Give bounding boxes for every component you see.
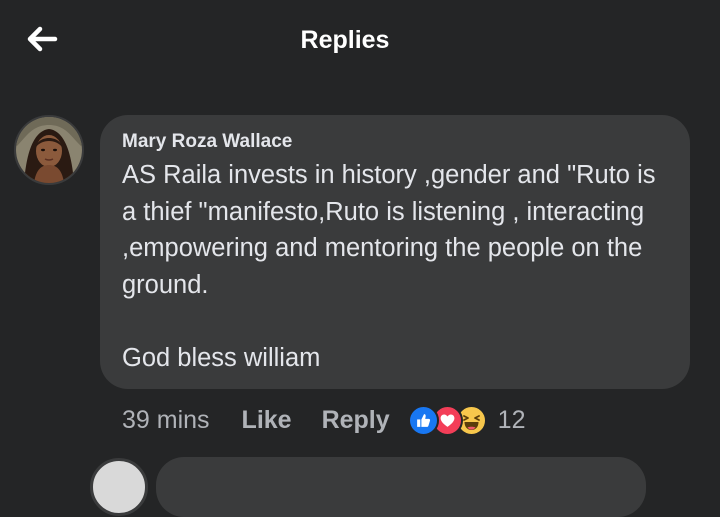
reply-button[interactable]: Reply bbox=[322, 406, 390, 435]
comment-text: AS Raila invests in history ,gender and … bbox=[122, 161, 656, 372]
top-bar: Replies bbox=[0, 0, 720, 86]
comment-bubble: Mary Roza Wallace AS Raila invests in hi… bbox=[100, 115, 690, 389]
profile-photo bbox=[16, 117, 82, 183]
next-reply-bubble bbox=[156, 457, 646, 517]
page-title: Replies bbox=[300, 26, 390, 54]
comment-author[interactable]: Mary Roza Wallace bbox=[122, 131, 668, 153]
next-reply-avatar[interactable] bbox=[90, 458, 148, 516]
like-reaction-icon bbox=[407, 404, 439, 436]
comment-timestamp[interactable]: 39 mins bbox=[122, 406, 210, 435]
reaction-count[interactable]: 12 bbox=[498, 406, 526, 435]
avatar[interactable] bbox=[14, 115, 84, 185]
comment-actions: 39 mins Like Reply 12 bbox=[122, 400, 525, 440]
like-button[interactable]: Like bbox=[242, 406, 292, 435]
reactions-summary[interactable] bbox=[407, 404, 487, 436]
